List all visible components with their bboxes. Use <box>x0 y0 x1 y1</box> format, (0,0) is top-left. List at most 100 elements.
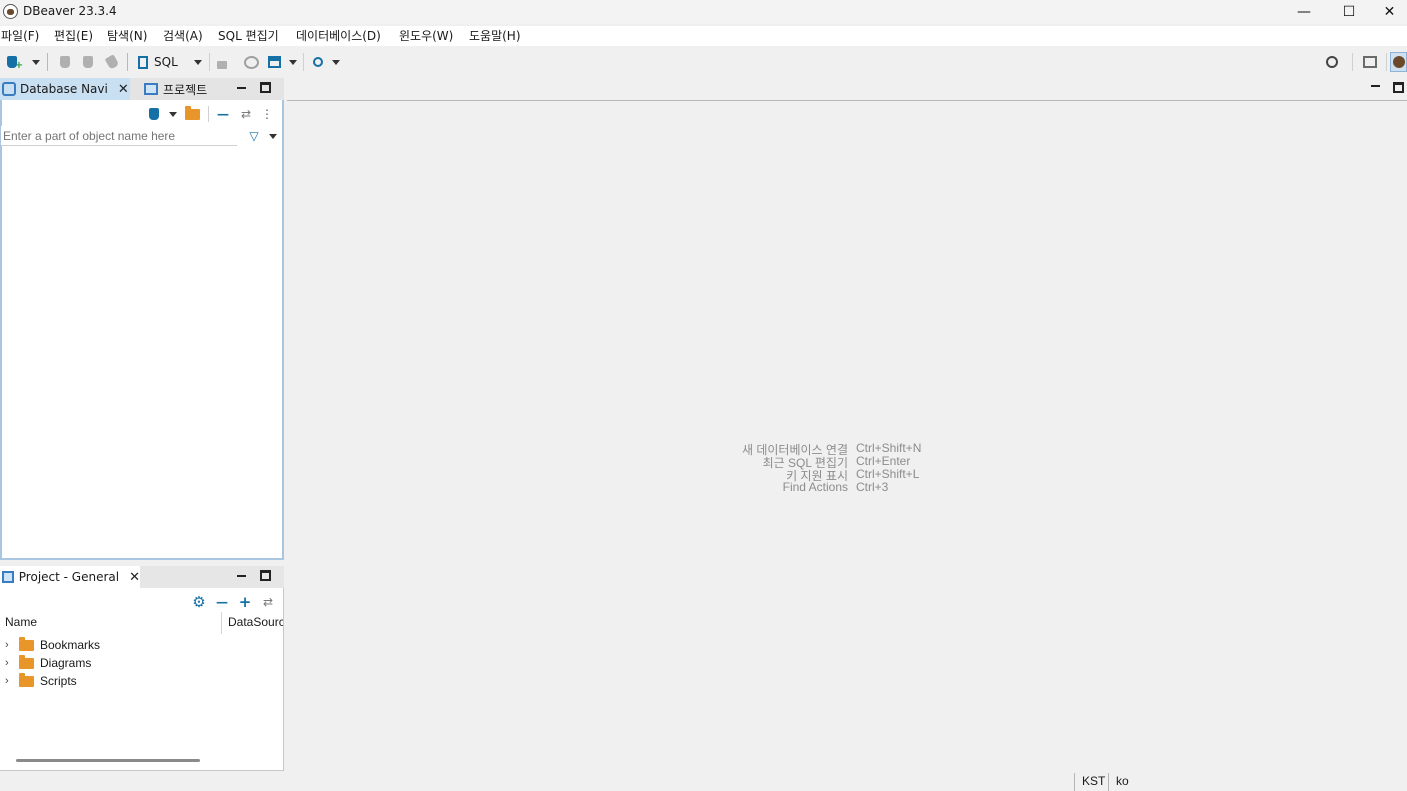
hint-shortcut: Ctrl+3 <box>856 480 889 494</box>
column-header-datasource[interactable]: DataSourc <box>228 615 283 629</box>
horizontal-scrollbar[interactable] <box>16 759 200 762</box>
status-separator <box>1074 773 1075 791</box>
maximize-panel-button[interactable] <box>260 570 271 581</box>
filter-icon[interactable]: ▽ <box>246 126 262 146</box>
minimize-panel-button[interactable] <box>236 82 248 94</box>
new-folder-icon[interactable] <box>183 104 201 124</box>
search-toolbar-icon[interactable] <box>310 52 326 72</box>
link-with-editor-icon[interactable]: ⇄ <box>260 592 276 612</box>
performance-gauge-icon[interactable] <box>242 52 260 72</box>
menu-navigate[interactable]: 탐색(N) <box>107 26 162 46</box>
new-connection-dropdown[interactable] <box>168 104 178 124</box>
maximize-editor-button[interactable] <box>1393 82 1404 93</box>
reconnect-icon[interactable] <box>80 52 96 72</box>
tree-item-diagrams[interactable]: › Diagrams <box>5 654 91 672</box>
search-dropdown[interactable] <box>331 52 341 72</box>
menu-search[interactable]: 검색(A) <box>163 26 217 46</box>
status-timezone[interactable]: KST <box>1082 774 1105 791</box>
hint-shortcut: Ctrl+Shift+N <box>856 441 922 455</box>
projects-icon <box>144 83 158 95</box>
menu-edit[interactable]: 편집(E) <box>54 26 106 46</box>
dbeaver-logo-icon <box>3 4 18 19</box>
tab-database-navigator-label: Database Navi <box>20 82 108 96</box>
close-icon[interactable]: ✕ <box>118 82 129 97</box>
chevron-right-icon[interactable]: › <box>5 639 17 651</box>
toolbar-separator <box>1386 53 1387 71</box>
tree-item-label: Diagrams <box>40 656 92 670</box>
transaction-mode-dropdown[interactable] <box>288 52 298 72</box>
sql-button-label: SQL <box>154 55 178 69</box>
lock-icon[interactable] <box>215 52 229 72</box>
tree-item-label: Scripts <box>40 674 77 688</box>
database-navigator-panel <box>0 78 284 560</box>
menu-file[interactable]: 파일(F) <box>1 26 53 46</box>
project-icon <box>2 571 14 583</box>
global-search-icon[interactable] <box>1323 52 1341 72</box>
menu-database[interactable]: 데이터베이스(D) <box>296 26 398 46</box>
close-icon[interactable]: ✕ <box>129 570 140 585</box>
project-tab-bar: Project - General ✕ <box>0 566 284 588</box>
column-divider[interactable] <box>221 612 222 634</box>
tab-projects-label: 프로젝트 <box>163 82 208 97</box>
status-separator <box>1108 773 1109 791</box>
disconnect-icon[interactable] <box>104 52 120 72</box>
tab-project-general-label: Project - General <box>18 570 120 584</box>
menu-help[interactable]: 도움말(H) <box>469 26 529 46</box>
hint-shortcut: Ctrl+Enter <box>856 454 911 468</box>
column-header-name[interactable]: Name <box>5 615 37 629</box>
expand-all-icon[interactable]: + <box>238 592 252 612</box>
configure-icon[interactable]: ⚙ <box>191 592 207 612</box>
chevron-right-icon[interactable]: › <box>5 675 17 687</box>
tree-item-label: Bookmarks <box>40 638 101 652</box>
status-locale[interactable]: ko <box>1116 774 1129 791</box>
connect-icon[interactable] <box>57 52 73 72</box>
main-toolbar: + SQL <box>0 48 1407 76</box>
sql-editor-button[interactable]: SQL <box>138 52 186 72</box>
close-button[interactable]: ✕ <box>1372 0 1407 24</box>
navigator-tab-bar: Database Navi ✕ 프로젝트 <box>0 78 284 100</box>
title-bar: DBeaver 23.3.4 — ☐ ✕ <box>0 0 1407 24</box>
maximize-button[interactable]: ☐ <box>1326 0 1372 24</box>
toolbar-separator <box>1352 53 1353 71</box>
toolbar-separator <box>208 106 209 122</box>
minimize-button[interactable]: — <box>1281 0 1327 24</box>
sql-file-icon <box>138 55 148 69</box>
chevron-right-icon[interactable]: › <box>5 657 17 669</box>
editor-area-border <box>287 100 1407 101</box>
collapse-all-icon[interactable]: — <box>215 592 229 612</box>
toolbar-separator <box>127 53 128 71</box>
maximize-panel-button[interactable] <box>260 82 271 93</box>
tree-item-scripts[interactable]: › Scripts <box>5 672 77 690</box>
sql-editor-dropdown[interactable] <box>193 52 203 72</box>
toolbar-separator <box>209 53 210 71</box>
collapse-all-icon[interactable]: — <box>216 104 230 124</box>
minimize-panel-button[interactable] <box>236 570 248 582</box>
view-menu-icon[interactable]: ⋮ <box>261 104 273 124</box>
database-icon <box>2 82 16 96</box>
hint-label: Find Actions <box>782 480 848 494</box>
menu-bar: 파일(F) 편집(E) 탐색(N) 검색(A) SQL 편집기 데이터베이스(D… <box>0 26 1407 46</box>
minimize-editor-button[interactable] <box>1370 80 1382 92</box>
window-title: DBeaver 23.3.4 <box>23 4 117 18</box>
tab-projects[interactable]: 프로젝트 <box>140 78 216 100</box>
scripts-folder-icon <box>19 672 34 687</box>
new-connection-dropdown[interactable] <box>31 52 41 72</box>
toolbar-separator <box>303 53 304 71</box>
toolbar-separator <box>47 53 48 71</box>
tree-item-bookmarks[interactable]: › Bookmarks <box>5 636 100 654</box>
transaction-mode-icon[interactable] <box>266 52 282 72</box>
menu-window[interactable]: 윈도우(W) <box>399 26 468 46</box>
tab-project-general[interactable]: Project - General ✕ <box>0 566 140 588</box>
navigator-toolbar: — ⇄ ⋮ <box>146 104 280 124</box>
open-perspective-icon[interactable] <box>1361 52 1379 72</box>
new-connection-icon[interactable]: + <box>6 52 24 72</box>
tab-database-navigator[interactable]: Database Navi ✕ <box>0 78 130 100</box>
link-with-editor-icon[interactable]: ⇄ <box>238 104 254 124</box>
filter-dropdown[interactable] <box>268 126 278 146</box>
bookmarks-folder-icon <box>19 636 34 651</box>
dbeaver-perspective-icon[interactable] <box>1390 52 1407 72</box>
menu-sql-editor[interactable]: SQL 편집기 <box>218 26 295 46</box>
new-connection-icon[interactable] <box>146 104 162 124</box>
object-filter-input[interactable] <box>1 126 237 146</box>
project-panel: ⚙ — + ⇄ Name DataSourc › Bookmarks › Dia… <box>0 588 284 771</box>
